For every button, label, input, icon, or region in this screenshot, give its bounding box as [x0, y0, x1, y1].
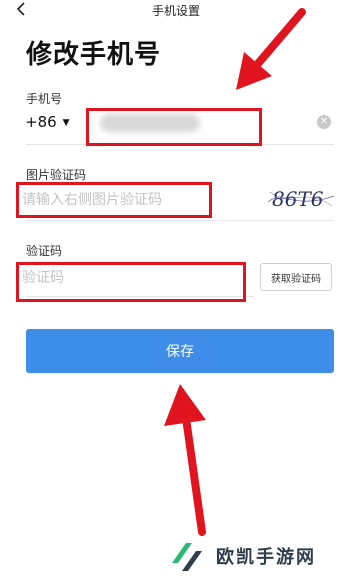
watermark-text: 欧凯手游网 [216, 547, 316, 568]
image-captcha-label: 图片验证码 [26, 168, 87, 182]
watermark-logo-icon [168, 537, 208, 577]
get-code-button[interactable]: 获取验证码 [260, 263, 332, 291]
phone-label: 手机号 [26, 92, 63, 106]
image-captcha-input[interactable] [22, 188, 202, 212]
caret-down-icon: ▼ [62, 117, 70, 128]
sms-code-label: 验证码 [26, 244, 63, 258]
sms-code-input[interactable] [22, 266, 202, 290]
divider [26, 296, 254, 297]
page-title: 修改手机号 [26, 40, 162, 70]
save-button[interactable]: 保存 [26, 329, 334, 373]
watermark: 欧凯手游网 [168, 537, 352, 577]
divider [26, 220, 334, 221]
divider [26, 144, 334, 145]
captcha-image[interactable]: 86T6 [266, 184, 336, 214]
clear-icon[interactable]: ✕ [317, 115, 331, 129]
nav-bar: 手机设置 [0, 0, 352, 22]
country-code: +86 [25, 113, 57, 131]
captcha-text: 86T6 [272, 187, 324, 211]
annotation-arrow-up [160, 380, 220, 540]
nav-title: 手机设置 [151, 4, 200, 18]
phone-number-field[interactable] [100, 114, 200, 132]
country-code-selector[interactable]: +86 ▼ [25, 113, 70, 131]
